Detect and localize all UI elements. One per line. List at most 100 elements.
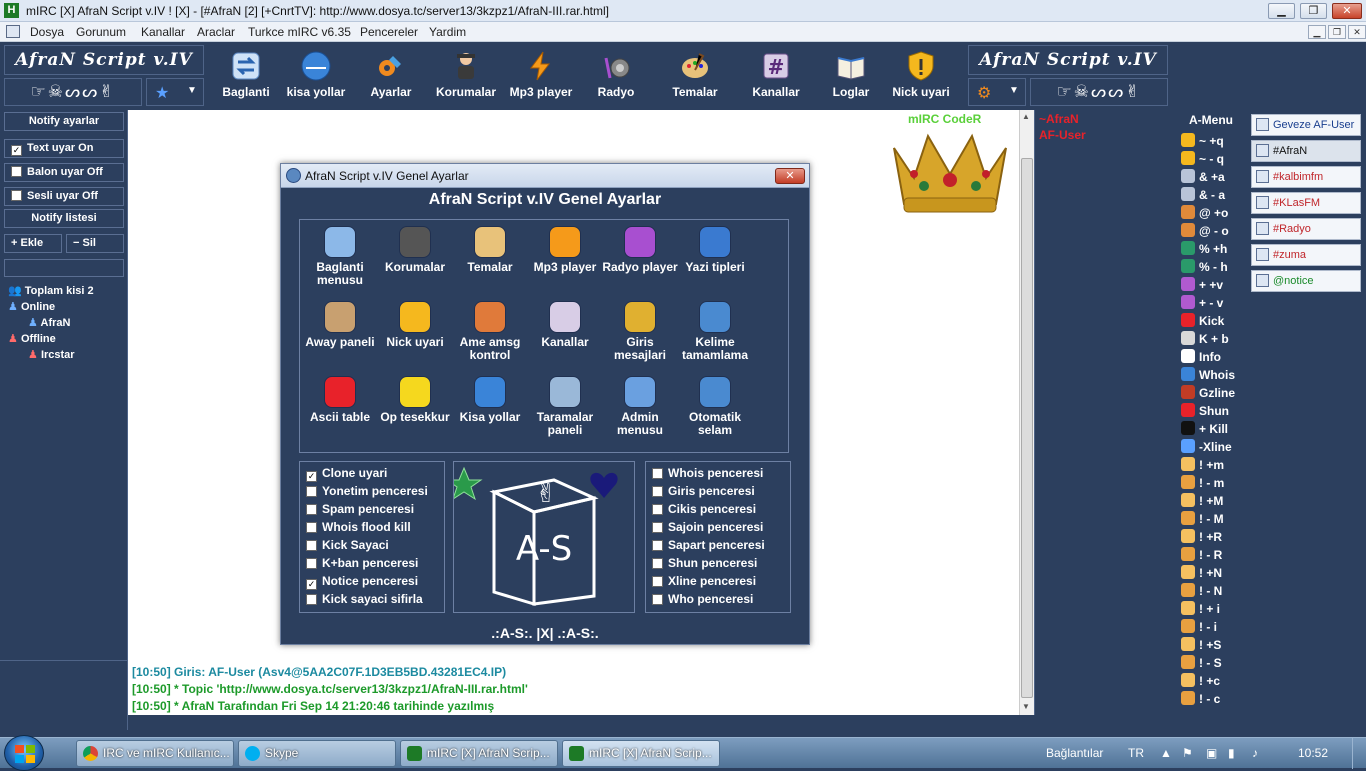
remove-notify-button[interactable]: − Sil — [66, 234, 124, 253]
a-menu-item[interactable]: & +a — [1181, 168, 1225, 186]
toolbar-nick-uyari-button[interactable]: Nick uyari — [882, 46, 960, 106]
settings-grid-item[interactable]: Giris mesajlari — [602, 301, 678, 362]
tree-online-user[interactable]: ♟ AfraN — [28, 316, 70, 329]
settings-grid-item[interactable]: Yazi tipleri — [677, 226, 753, 274]
switchbar-item[interactable]: #kalbimfm — [1251, 166, 1361, 188]
a-menu-item[interactable]: Kick — [1181, 312, 1224, 330]
option-checkbox[interactable]: ✓ Clone uyari — [306, 464, 387, 482]
add-notify-button[interactable]: + Ekle — [4, 234, 62, 253]
toolbar-mp3-player-button[interactable]: Mp3 player — [502, 46, 580, 106]
option-checkbox[interactable]: Spam penceresi — [306, 500, 414, 518]
a-menu-item[interactable]: ! - m — [1181, 474, 1224, 492]
flag-icon[interactable]: ⚑ — [1182, 746, 1193, 760]
option-checkbox[interactable]: Yonetim penceresi — [306, 482, 428, 500]
notify-input[interactable] — [4, 259, 124, 277]
option-checkbox[interactable]: Kick sayaci sifirla — [306, 590, 423, 608]
a-menu-item[interactable]: ! - c — [1181, 690, 1220, 708]
switchbar-item[interactable]: #KLasFM — [1251, 192, 1361, 214]
a-menu-item[interactable]: + +v — [1181, 276, 1223, 294]
settings-grid-item[interactable]: Otomatik selam — [677, 376, 753, 437]
option-checkbox[interactable]: Kick Sayaci — [306, 536, 389, 554]
text-uyar-toggle[interactable]: ✓ Text uyar On — [4, 139, 124, 158]
a-menu-item[interactable]: -Xline — [1181, 438, 1232, 456]
a-menu-item[interactable]: K + b — [1181, 330, 1229, 348]
a-menu-item[interactable]: @ - o — [1181, 222, 1229, 240]
toolbar-korumalar-button[interactable]: Korumalar — [427, 46, 505, 106]
toolbar-radyo-button[interactable]: Radyo — [577, 46, 655, 106]
toolbar-kanallar-button[interactable]: # Kanallar — [737, 46, 815, 106]
task-skype[interactable]: Skype — [238, 740, 396, 767]
tree-online[interactable]: ♟ Online — [8, 300, 55, 313]
menu-kanallar[interactable]: Kanallar — [141, 25, 185, 39]
a-menu-item[interactable]: ! +M — [1181, 492, 1223, 510]
tray-baglantilar[interactable]: Bağlantılar — [1046, 746, 1103, 760]
settings-grid-item[interactable]: Away paneli — [302, 301, 378, 349]
window-titlebar[interactable]: H mIRC [X] AfraN Script v.IV ! [X] - [#A… — [0, 0, 1366, 22]
menu-gorunum[interactable]: Gorunum — [76, 25, 126, 39]
a-menu-item[interactable]: ~ +q — [1181, 132, 1224, 150]
toolbar-baglanti-button[interactable]: Baglanti — [207, 46, 285, 106]
option-checkbox[interactable]: Sapart penceresi — [652, 536, 765, 554]
volume-icon[interactable]: ♪ — [1252, 746, 1258, 760]
a-menu-item[interactable]: ! - i — [1181, 618, 1217, 636]
network-icon[interactable]: ▮ — [1228, 746, 1235, 760]
settings-grid-item[interactable]: Ascii table — [302, 376, 378, 424]
option-checkbox[interactable]: Whois penceresi — [652, 464, 763, 482]
a-menu-item[interactable]: ~ - q — [1181, 150, 1224, 168]
settings-grid-item[interactable]: Admin menusu — [602, 376, 678, 437]
a-menu-item[interactable]: Whois — [1181, 366, 1235, 384]
device-icon[interactable]: ▣ — [1206, 746, 1217, 760]
mdi-minimize-button[interactable]: ▁ — [1308, 25, 1326, 39]
switchbar-item[interactable]: #zuma — [1251, 244, 1361, 266]
mdi-restore-button[interactable]: ❐ — [1328, 25, 1346, 39]
tray-language[interactable]: TR — [1128, 746, 1144, 760]
task-mirc-1[interactable]: mIRC [X] AfraN Scrip... — [400, 740, 558, 767]
a-menu-item[interactable]: ! - M — [1181, 510, 1224, 528]
settings-grid-item[interactable]: Kisa yollar — [452, 376, 528, 424]
option-checkbox[interactable]: Sajoin penceresi — [652, 518, 763, 536]
dialog-titlebar[interactable]: AfraN Script v.IV Genel Ayarlar ✕ — [281, 164, 809, 188]
a-menu-item[interactable]: & - a — [1181, 186, 1225, 204]
a-menu-item[interactable]: ! +c — [1181, 672, 1220, 690]
settings-grid-item[interactable]: Mp3 player — [527, 226, 603, 274]
menu-yardim[interactable]: Yardim — [429, 25, 466, 39]
switchbar-item[interactable]: #AfraN — [1251, 140, 1361, 162]
a-menu-item[interactable]: ! - S — [1181, 654, 1222, 672]
scroll-up-icon[interactable]: ▲ — [1022, 112, 1030, 121]
dialog-close-button[interactable]: ✕ — [775, 168, 805, 184]
a-menu-item[interactable]: + - v — [1181, 294, 1223, 312]
option-checkbox[interactable]: Xline penceresi — [652, 572, 756, 590]
balon-uyar-toggle[interactable]: Balon uyar Off — [4, 163, 124, 182]
mdi-close-button[interactable]: ✕ — [1348, 25, 1366, 39]
switchbar-item[interactable]: Geveze AF-User — [1251, 114, 1361, 136]
mdi-window-icon[interactable] — [6, 25, 20, 38]
tray-expand-icon[interactable]: ▲ — [1160, 746, 1172, 760]
clock[interactable]: 10:52 — [1298, 746, 1328, 760]
settings-grid-item[interactable]: Ame amsg kontrol — [452, 301, 528, 362]
settings-grid-item[interactable]: Temalar — [452, 226, 528, 274]
sesli-uyar-toggle[interactable]: Sesli uyar Off — [4, 187, 124, 206]
a-menu-item[interactable]: @ +o — [1181, 204, 1228, 222]
maximize-button[interactable]: ❐ — [1300, 3, 1327, 19]
a-menu-item[interactable]: ! +S — [1181, 636, 1221, 654]
task-mirc-2[interactable]: mIRC [X] AfraN Scrip... — [562, 740, 720, 767]
tools-dropdown[interactable]: ⚙ ▼ — [968, 78, 1026, 106]
a-menu-item[interactable]: Gzline — [1181, 384, 1235, 402]
chat-scrollbar[interactable]: ▲ ▼ — [1019, 110, 1034, 715]
close-button[interactable]: ✕ — [1332, 3, 1362, 19]
tree-offline-user[interactable]: ♟ Ircstar — [28, 348, 75, 361]
scroll-down-icon[interactable]: ▼ — [1022, 702, 1030, 711]
option-checkbox[interactable]: ✓ Notice penceresi — [306, 572, 418, 590]
a-menu-item[interactable]: + Kill — [1181, 420, 1228, 438]
settings-grid-item[interactable]: Korumalar — [377, 226, 453, 274]
nick-item[interactable]: AF-User — [1039, 128, 1086, 142]
start-button[interactable] — [4, 735, 44, 771]
a-menu-item[interactable]: % +h — [1181, 240, 1227, 258]
nick-item[interactable]: ~AfraN — [1039, 112, 1079, 126]
a-menu-item[interactable]: ! - N — [1181, 582, 1222, 600]
menu-pencereler[interactable]: Pencereler — [360, 25, 418, 39]
settings-grid-item[interactable]: Kelime tamamlama — [677, 301, 753, 362]
settings-grid-item[interactable]: Nick uyari — [377, 301, 453, 349]
settings-grid-item[interactable]: Op tesekkur — [377, 376, 453, 424]
favorites-dropdown[interactable]: ★ ▼ — [146, 78, 204, 106]
